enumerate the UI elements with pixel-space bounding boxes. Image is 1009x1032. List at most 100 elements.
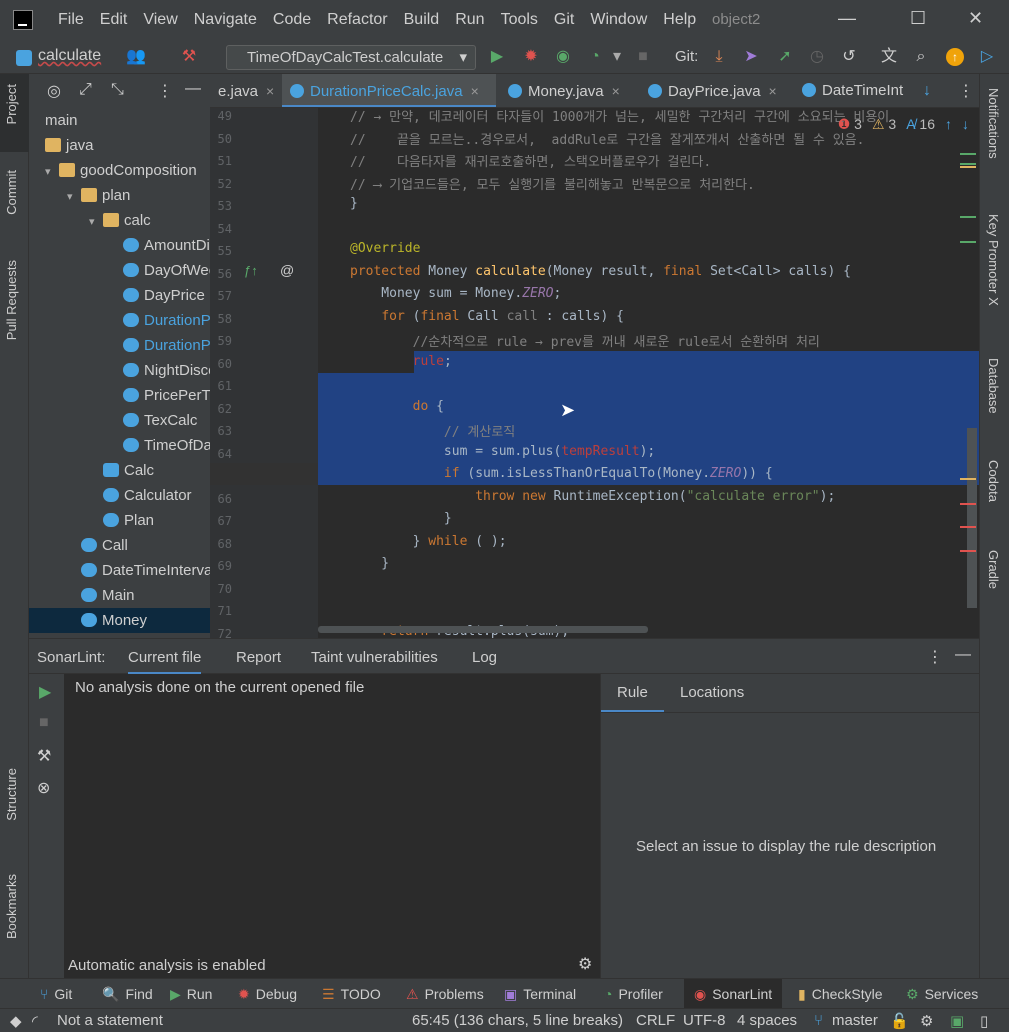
expand-all-icon[interactable]: ⤢	[79, 81, 92, 99]
tool-window-debug[interactable]: ✹ Debug	[238, 986, 297, 1003]
tree-item[interactable]: TimeOfDay	[29, 433, 210, 458]
tree-item[interactable]: java	[29, 133, 210, 158]
tool-window-services[interactable]: ⚙ Services	[906, 986, 978, 1003]
close-tab-icon[interactable]: ×	[769, 83, 777, 99]
code-line[interactable]: // ⟶ 기업코드들은, 모두 실행기를 불리해놓고 반복문으로 처리한다.	[350, 174, 755, 193]
menu-git[interactable]: Git	[554, 11, 574, 29]
update-icon[interactable]: ↑	[946, 48, 964, 66]
hide-sonar-icon[interactable]: —	[955, 646, 971, 664]
tree-item[interactable]: DurationPri	[29, 333, 210, 358]
tool-window-git[interactable]: ⑂ Git	[40, 986, 72, 1002]
run-icon[interactable]: ▶	[488, 48, 506, 66]
tree-item[interactable]: Calculator	[29, 483, 210, 508]
stop-icon[interactable]: ■	[634, 48, 652, 66]
project-tool-tab[interactable]: Project	[4, 84, 19, 124]
database-tool-tab[interactable]: Database	[986, 358, 1001, 414]
code-line[interactable]: protected Money calculate(Money result, …	[350, 264, 851, 279]
codota-status-icon[interactable]: ▣	[950, 1012, 964, 1030]
tool-window-todo[interactable]: ☰ TODO	[322, 986, 381, 1003]
code-line[interactable]: sum = sum.plus(tempResult);	[350, 444, 655, 459]
editor-v-scrollbar[interactable]	[967, 428, 977, 608]
run-config-select[interactable]: TimeOfDayCalcTest.calculate ▾	[226, 45, 476, 70]
tree-item[interactable]: DayPrice	[29, 283, 210, 308]
close-tab-icon[interactable]: ×	[266, 83, 274, 99]
tree-item[interactable]: PricePerTim	[29, 383, 210, 408]
structure-tool-tab[interactable]: Structure	[4, 768, 19, 821]
more-run-icon[interactable]: ▾	[608, 48, 626, 66]
menu-refactor[interactable]: Refactor	[327, 11, 387, 29]
close-tab-icon[interactable]: ×	[471, 83, 479, 99]
editor-h-scrollbar[interactable]	[318, 626, 648, 633]
editor-tab[interactable]: DayPrice.java ×	[640, 74, 790, 107]
implements-icon[interactable]: ƒ↑	[244, 263, 258, 278]
tree-item[interactable]: ▾ plan	[29, 183, 210, 208]
tab-locations[interactable]: Locations	[680, 684, 744, 701]
tree-item[interactable]: DurationPri	[29, 308, 210, 333]
tree-item[interactable]: DateTimeInterval	[29, 558, 210, 583]
code-line[interactable]: if (sum.isLessThanOrEqualTo(Money.ZERO))…	[350, 466, 773, 481]
code-line[interactable]: throw new RuntimeException("calculate er…	[350, 489, 835, 504]
git-update-icon[interactable]: ⤓	[710, 48, 728, 66]
translate-icon[interactable]: 文	[880, 48, 898, 66]
tool-window-profiler[interactable]: ◔ Profiler	[604, 986, 663, 1002]
inspection-widget[interactable]: ❶ 3 ⚠ 3 A̸ 16 ↑ ↓	[838, 116, 969, 133]
sonar-options-icon[interactable]: ⋮	[927, 647, 943, 667]
code-line[interactable]: }	[350, 556, 389, 571]
search-icon[interactable]: ⌕	[912, 48, 930, 66]
inspect-settings-icon[interactable]: ⚙	[920, 1012, 933, 1030]
menu-edit[interactable]: Edit	[100, 11, 128, 29]
code-line[interactable]: // 계산로직	[350, 421, 515, 440]
editor-tab[interactable]: e.java ×	[210, 74, 280, 107]
typo-count[interactable]: A̸ 16	[906, 116, 935, 133]
tree-item[interactable]: Money	[29, 608, 210, 633]
code-with-me-icon[interactable]: ▷	[978, 48, 996, 66]
tab-report[interactable]: Report	[236, 649, 281, 666]
breadcrumb[interactable]: calculate	[38, 47, 101, 65]
menu-view[interactable]: View	[143, 11, 177, 29]
tree-item[interactable]: ▾ goodComposition	[29, 158, 210, 183]
tool-window-find[interactable]: 🔍 Find	[102, 986, 153, 1003]
annotation-icon[interactable]: @	[280, 262, 294, 278]
close-tab-icon[interactable]: ×	[612, 83, 620, 99]
chevron-down-icon[interactable]: ▾	[89, 210, 103, 235]
minimize-icon[interactable]: —	[838, 8, 856, 29]
memory-icon[interactable]: ▯	[980, 1012, 988, 1030]
analyze-icon[interactable]: ▶	[39, 682, 51, 702]
tool-window-checkstyle[interactable]: ▮ CheckStyle	[798, 986, 883, 1003]
code-line[interactable]: }	[350, 196, 358, 211]
menu-code[interactable]: Code	[273, 11, 311, 29]
menu-navigate[interactable]: Navigate	[194, 11, 257, 29]
menu-file[interactable]: File	[58, 11, 84, 29]
code-line[interactable]: //순차적으로 rule → prev를 꺼내 새로운 rule로서 순환하며 …	[350, 331, 820, 350]
menu-run[interactable]: Run	[455, 11, 484, 29]
code-line[interactable]: do {	[350, 399, 444, 414]
codota-tool-tab[interactable]: Codota	[986, 460, 1001, 502]
code-line[interactable]: // → 만약, 데코레이터 타자들이 1000개가 넘는, 세밀한 구간처리 …	[350, 108, 889, 125]
warning-count[interactable]: ⚠ 3	[872, 116, 896, 133]
options-menu-icon[interactable]: ⋮	[157, 81, 173, 101]
status-icon[interactable]: ◆	[10, 1012, 22, 1030]
chevron-down-icon[interactable]: ▾	[67, 185, 81, 210]
caret-position[interactable]: 65:45 (136 chars, 5 line breaks)	[412, 1012, 623, 1029]
coverage-icon[interactable]: ◉	[554, 48, 572, 66]
history-icon[interactable]: ◷	[808, 48, 826, 66]
next-highlight-icon[interactable]: ↓	[962, 116, 969, 133]
tree-item[interactable]: ▾ calc	[29, 208, 210, 233]
code-line[interactable]: } while ( );	[350, 534, 507, 549]
tree-item[interactable]: Plan	[29, 508, 210, 533]
chevron-down-icon[interactable]: ▾	[45, 160, 59, 185]
code-line[interactable]: @Override	[350, 241, 420, 256]
settings-tools-icon[interactable]: ⚒	[37, 746, 51, 766]
arrow-down-icon[interactable]: ↓	[923, 82, 931, 100]
commit-tool-tab[interactable]: Commit	[4, 170, 19, 215]
tree-item[interactable]: main	[29, 108, 210, 133]
hammer-icon[interactable]: ⚒	[180, 48, 198, 66]
debug-icon[interactable]: ✹	[522, 48, 540, 66]
code-editor[interactable]: 4950515253545556575859606162636465666768…	[210, 108, 979, 638]
error-count[interactable]: ❶ 3	[838, 116, 862, 133]
tab-rule[interactable]: Rule	[601, 684, 664, 713]
menu-tools[interactable]: Tools	[501, 11, 538, 29]
menu-help[interactable]: Help	[663, 11, 696, 29]
editor-tab[interactable]: DateTimeInt	[794, 74, 944, 107]
menu-build[interactable]: Build	[404, 11, 440, 29]
